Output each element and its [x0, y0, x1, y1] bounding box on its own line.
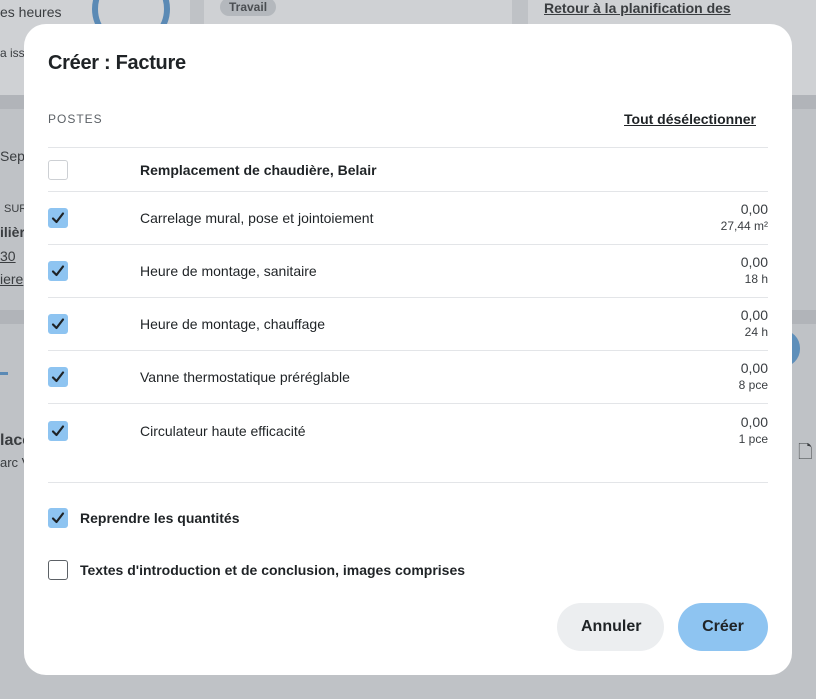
- checkmark-icon: [51, 371, 65, 383]
- create-button[interactable]: Créer: [678, 603, 768, 651]
- group-label: Remplacement de chaudière, Belair: [140, 161, 377, 178]
- item-row: Carrelage mural, pose et jointoiement 0,…: [48, 192, 768, 245]
- item-values: 0,00 27,44 m²: [721, 201, 768, 235]
- section-label: POSTES: [48, 112, 103, 126]
- item-checkbox[interactable]: [48, 314, 68, 334]
- item-quantity: 18 h: [744, 272, 768, 286]
- deselect-all-link[interactable]: Tout désélectionner: [624, 111, 756, 127]
- bg-tab-indicator: [0, 372, 8, 375]
- option-copy-quantities: Reprendre les quantités: [48, 507, 768, 529]
- item-row: Heure de montage, sanitaire 0,00 18 h: [48, 245, 768, 298]
- item-checkbox[interactable]: [48, 420, 68, 441]
- checkmark-icon: [51, 318, 65, 330]
- checkmark-icon: [51, 424, 65, 436]
- bg-iere-text: iere: [0, 271, 24, 287]
- item-checkbox[interactable]: [48, 261, 68, 281]
- item-row: Vanne thermostatique préréglable 0,00 8 …: [48, 351, 768, 404]
- item-amount: 0,00: [740, 413, 768, 430]
- item-label: Heure de montage, sanitaire: [140, 263, 317, 279]
- item-quantity: 27,44 m²: [720, 219, 768, 233]
- checkmark-icon: [51, 512, 65, 524]
- item-row: Circulateur haute efficacité 0,00 1 pce: [48, 404, 768, 457]
- include-texts-checkbox[interactable]: [48, 560, 68, 580]
- item-values: 0,00 18 h: [741, 254, 768, 288]
- items-list: Remplacement de chaudière, Belair Carrel…: [48, 147, 768, 457]
- item-label: Circulateur haute efficacité: [140, 422, 306, 439]
- item-amount: 0,00: [740, 307, 768, 323]
- item-amount: 0,00: [740, 201, 768, 217]
- group-row: Remplacement de chaudière, Belair: [48, 148, 768, 192]
- item-quantity: 1 pce: [738, 431, 768, 446]
- create-invoice-dialog: Créer : Facture POSTES Tout désélectionn…: [24, 24, 792, 675]
- checkmark-icon: [51, 212, 65, 224]
- item-values: 0,00 1 pce: [739, 414, 768, 448]
- bg-sep-text: Sep: [0, 148, 25, 164]
- item-label: Carrelage mural, pose et jointoiement: [140, 210, 374, 226]
- item-checkbox[interactable]: [48, 367, 68, 387]
- item-amount: 0,00: [740, 254, 768, 270]
- copy-quantities-label: Reprendre les quantités: [80, 510, 240, 526]
- items-section-header: POSTES Tout désélectionner: [48, 108, 768, 130]
- dialog-title: Créer : Facture: [48, 52, 186, 74]
- item-quantity: 24 h: [744, 325, 768, 339]
- item-label: Heure de montage, chauffage: [140, 316, 325, 332]
- bg-num-text: 30: [0, 248, 16, 264]
- bg-back-link: Retour à la planification des: [544, 0, 731, 16]
- item-amount: 0,00: [740, 360, 768, 376]
- option-include-texts: Textes d'introduction et de conclusion, …: [48, 559, 768, 581]
- item-row: Heure de montage, chauffage 0,00 24 h: [48, 298, 768, 351]
- options-section: Reprendre les quantités Textes d'introdu…: [48, 482, 768, 581]
- item-label: Vanne thermostatique préréglable: [140, 369, 350, 385]
- include-texts-label: Textes d'introduction et de conclusion, …: [80, 562, 466, 578]
- item-quantity: 8 pce: [738, 378, 768, 392]
- bg-work-tag: Travail: [220, 0, 277, 16]
- item-checkbox[interactable]: [48, 208, 68, 228]
- bg-document-icon: 🗋: [798, 442, 813, 462]
- checkmark-icon: [51, 265, 65, 277]
- item-values: 0,00 24 h: [741, 307, 768, 341]
- copy-quantities-checkbox[interactable]: [48, 508, 68, 528]
- dialog-actions: Annuler Créer: [557, 603, 768, 651]
- item-values: 0,00 8 pce: [739, 360, 768, 394]
- bg-hours-text: es heures: [0, 4, 62, 20]
- cancel-button[interactable]: Annuler: [557, 603, 664, 651]
- group-checkbox[interactable]: [48, 159, 68, 180]
